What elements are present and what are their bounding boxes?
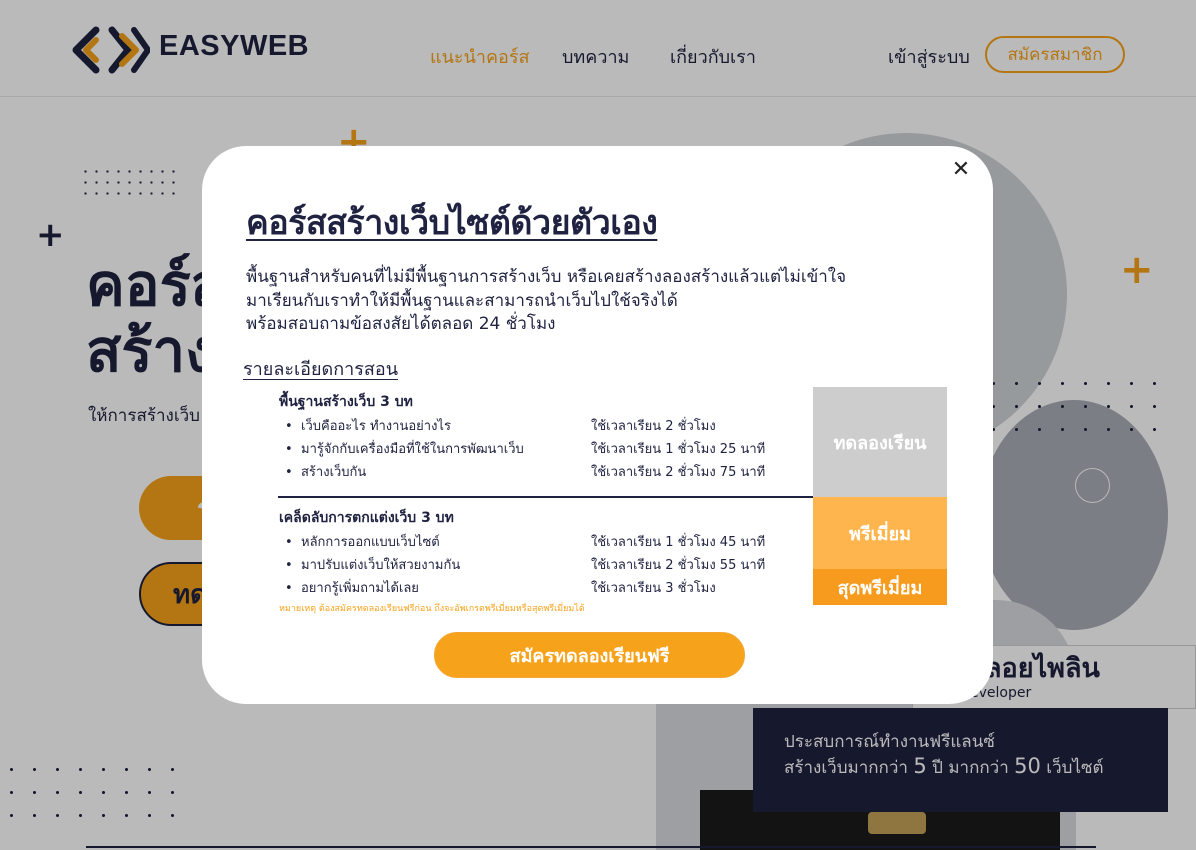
bullet-icon: • [285, 419, 293, 434]
free-trial-signup-button[interactable]: สมัครทดลองเรียนฟรี [434, 632, 745, 678]
tier-premium[interactable]: พรีเมี่ยม [813, 497, 947, 569]
lesson-name: มาปรับแต่งเว็บให้สวยงามกัน [301, 558, 461, 573]
lesson-duration: ใช้เวลาเรียน 2 ชั่วโมง [591, 419, 716, 434]
lesson-item: • หลักการออกแบบเว็บไซต์ [285, 531, 440, 552]
lesson-name: มารู้จักกับเครื่องมือที่ใช้ในการพัฒนาเว็… [301, 442, 524, 457]
lesson-item: • อยากรู้เพิ่มถามได้เลย [285, 577, 419, 598]
lesson-item: • สร้างเว็บกัน [285, 461, 366, 482]
lesson-duration: ใช้เวลาเรียน 2 ชั่วโมง 75 นาที [591, 465, 766, 480]
bullet-icon: • [285, 465, 293, 480]
modal-desc-line1: พื้นฐานสำหรับคนที่ไม่มีพื้นฐานการสร้างเว… [246, 267, 847, 287]
lesson-item: • เว็บคืออะไร ทำงานอย่างไร [285, 415, 451, 436]
modal-desc-line3: พร้อมสอบถามข้อสงสัยได้ตลอด 24 ชั่วโมง [246, 314, 556, 334]
course-modal: ✕ คอร์สสร้างเว็บไซต์ด้วยตัวเอง พื้นฐานสำ… [202, 146, 993, 704]
lesson-name: เว็บคืออะไร ทำงานอย่างไร [301, 419, 451, 434]
lesson-name: หลักการออกแบบเว็บไซต์ [301, 535, 440, 550]
bullet-icon: • [285, 535, 293, 550]
bullet-icon: • [285, 442, 293, 457]
course-group-title: พื้นฐานสร้างเว็บ 3 บท [279, 394, 413, 410]
lesson-item: • มาปรับแต่งเว็บให้สวยงามกัน [285, 554, 460, 575]
lesson-name: สร้างเว็บกัน [301, 465, 367, 480]
tier-super-premium[interactable]: สุดพรีเมี่ยม [813, 569, 947, 605]
course-group-title: เคล็ดลับการตกแต่งเว็บ 3 บท [279, 510, 454, 526]
lesson-item: • มารู้จักกับเครื่องมือที่ใช้ในการพัฒนาเว… [285, 438, 524, 459]
group-divider [278, 496, 814, 498]
lesson-duration: ใช้เวลาเรียน 3 ชั่วโมง [591, 581, 716, 596]
lesson-duration: ใช้เวลาเรียน 1 ชั่วโมง 25 นาที [591, 442, 766, 457]
bullet-icon: • [285, 558, 293, 573]
bullet-icon: • [285, 581, 293, 596]
lesson-duration: ใช้เวลาเรียน 2 ชั่วโมง 55 นาที [591, 558, 766, 573]
teaching-details-heading: รายละเอียดการสอน [243, 359, 398, 380]
lesson-name: อยากรู้เพิ่มถามได้เลย [301, 581, 419, 596]
modal-title: คอร์สสร้างเว็บไซต์ด้วยตัวเอง [246, 203, 658, 243]
tier-trial[interactable]: ทดลองเรียน [813, 387, 947, 497]
lesson-duration: ใช้เวลาเรียน 1 ชั่วโมง 45 นาที [591, 535, 766, 550]
close-icon[interactable]: ✕ [949, 158, 973, 182]
footnote: หมายเหตุ ต้องสมัครทดลองเรียนฟรีก่อน ถึงจ… [279, 604, 585, 614]
